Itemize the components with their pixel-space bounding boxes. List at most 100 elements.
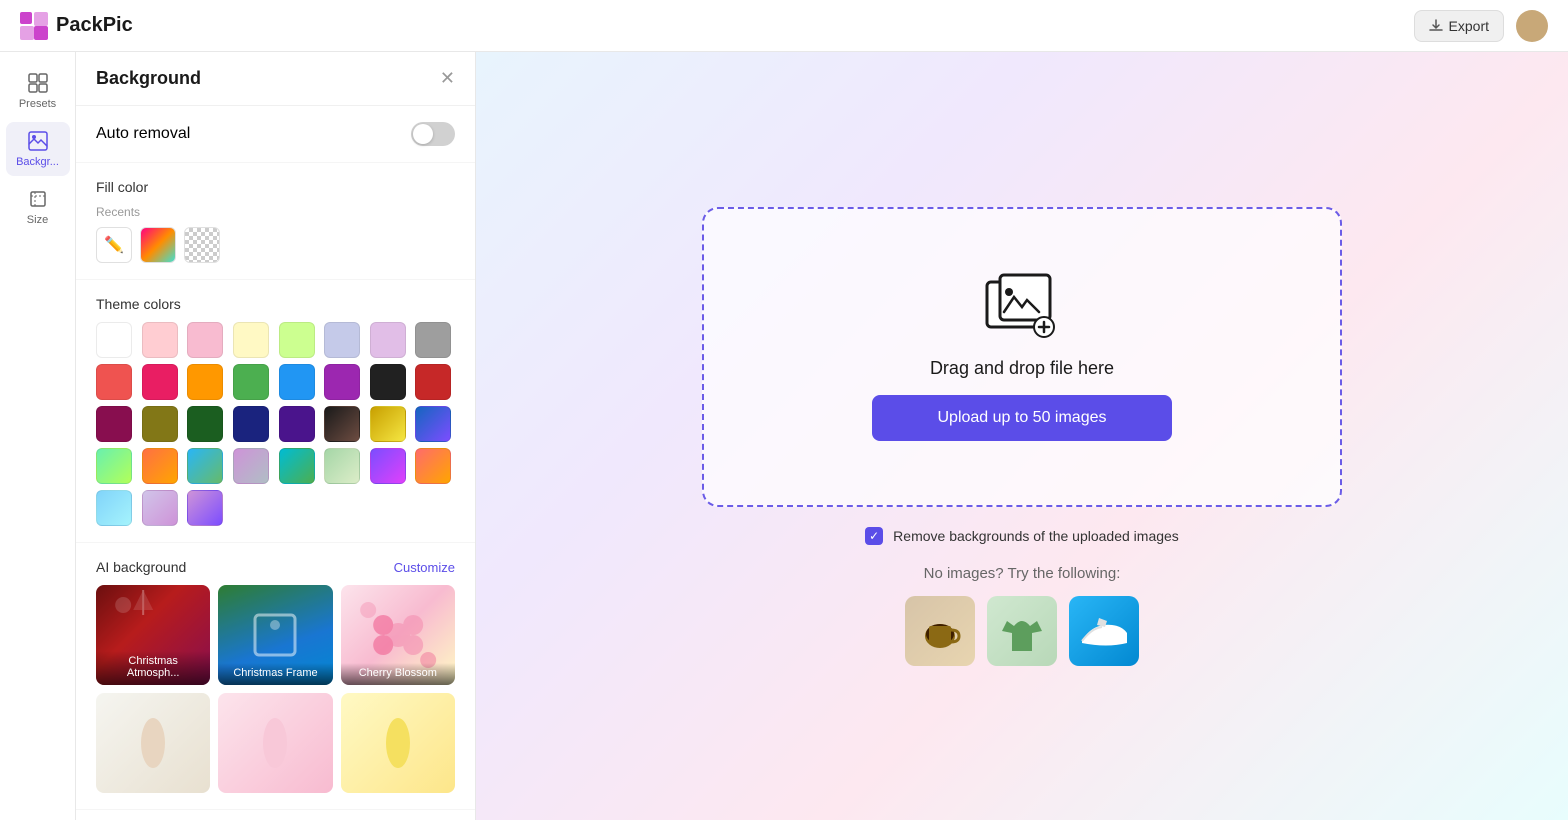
ai-items-grid: Christmas Atmosph... Christmas Frame: [96, 585, 455, 685]
auto-removal-section: Auto removal: [76, 106, 475, 163]
color-dark-pink[interactable]: [96, 406, 132, 442]
remove-bg-row: ✓ Remove backgrounds of the uploaded ima…: [865, 527, 1179, 545]
ai-item-label-cherry-blossom: Cherry Blossom: [341, 663, 455, 685]
size-label: Size: [27, 214, 48, 226]
color-grad2[interactable]: [370, 406, 406, 442]
color-grad9[interactable]: [324, 448, 360, 484]
export-button[interactable]: Export: [1414, 10, 1504, 42]
color-blue[interactable]: [279, 364, 315, 400]
sidebar-item-presets[interactable]: Presets: [6, 64, 70, 118]
canvas-area: Drag and drop file here Upload up to 50 …: [476, 52, 1568, 820]
color-dark-green[interactable]: [187, 406, 223, 442]
theme-colors-section: Theme colors: [76, 280, 475, 543]
download-icon: [1429, 19, 1443, 33]
color-dark-blue[interactable]: [233, 406, 269, 442]
ai-items-grid-row2: [96, 693, 455, 793]
sample-image-coffee[interactable]: [905, 596, 975, 666]
color-grad7[interactable]: [233, 448, 269, 484]
panel-title: Background: [96, 68, 201, 89]
side-panel: Background ✕ Auto removal Fill color Rec…: [76, 52, 476, 820]
pen-swatch[interactable]: ✏️: [96, 227, 132, 263]
ai-bg-header: AI background Customize: [96, 559, 455, 575]
ai-item-cherry-blossom[interactable]: Cherry Blossom: [341, 585, 455, 685]
color-grad5[interactable]: [142, 448, 178, 484]
header-actions: Export: [1414, 10, 1548, 42]
drop-zone[interactable]: Drag and drop file here Upload up to 50 …: [702, 207, 1342, 507]
user-avatar[interactable]: [1516, 10, 1548, 42]
color-grad14[interactable]: [187, 490, 223, 526]
ai-item-christmas-frame[interactable]: Christmas Frame: [218, 585, 332, 685]
auto-removal-toggle[interactable]: [411, 122, 455, 146]
color-grad13[interactable]: [142, 490, 178, 526]
color-orange[interactable]: [187, 364, 223, 400]
customize-link[interactable]: Customize: [394, 560, 455, 575]
ai-item-label-christmas-atmo: Christmas Atmosph...: [96, 651, 210, 685]
transparent-swatch[interactable]: [184, 227, 220, 263]
no-images-text: No images? Try the following:: [924, 565, 1121, 582]
ai-item-2-2[interactable]: [218, 693, 332, 793]
color-white[interactable]: [96, 322, 132, 358]
color-green[interactable]: [233, 364, 269, 400]
theme-colors-label: Theme colors: [96, 296, 455, 312]
panel-header: Background ✕: [76, 52, 475, 106]
grid-icon: [27, 72, 49, 94]
color-grad1[interactable]: [324, 406, 360, 442]
color-grad8[interactable]: [279, 448, 315, 484]
color-light-blue[interactable]: [324, 322, 360, 358]
recents-label: Recents: [96, 205, 455, 219]
drop-text: Drag and drop file here: [930, 358, 1114, 379]
ai-background-label: AI background: [96, 559, 186, 575]
color-dark-purple[interactable]: [279, 406, 315, 442]
ai-background-section: AI background Customize Christmas Atmosp…: [76, 543, 475, 810]
toggle-knob: [413, 124, 433, 144]
color-red[interactable]: [96, 364, 132, 400]
color-purple[interactable]: [324, 364, 360, 400]
sample-image-shirt[interactable]: [987, 596, 1057, 666]
color-dark-red[interactable]: [415, 364, 451, 400]
background-icon: [27, 130, 49, 152]
fill-color-label: Fill color: [96, 179, 455, 195]
auto-removal-label: Auto removal: [96, 125, 190, 143]
color-grad11[interactable]: [415, 448, 451, 484]
remove-bg-checkbox[interactable]: ✓: [865, 527, 883, 545]
color-dark-yellow[interactable]: [142, 406, 178, 442]
color-pink2[interactable]: [142, 364, 178, 400]
export-label: Export: [1449, 18, 1489, 34]
rainbow-swatch[interactable]: [140, 227, 176, 263]
ai-item-christmas-atmo[interactable]: Christmas Atmosph...: [96, 585, 210, 685]
color-black[interactable]: [370, 364, 406, 400]
color-light-pink[interactable]: [142, 322, 178, 358]
color-pink[interactable]: [187, 322, 223, 358]
upload-button[interactable]: Upload up to 50 images: [872, 395, 1172, 441]
upload-images-icon: [982, 272, 1062, 342]
app-logo: PackPic: [20, 12, 133, 40]
color-light-yellow[interactable]: [233, 322, 269, 358]
color-grad6[interactable]: [187, 448, 223, 484]
recents-row: ✏️: [96, 227, 455, 263]
color-gray[interactable]: [415, 322, 451, 358]
color-grad10[interactable]: [370, 448, 406, 484]
app-name: PackPic: [56, 14, 133, 37]
main-layout: Presets Backgr... Size Background ✕: [0, 52, 1568, 820]
sample-image-shoe[interactable]: [1069, 596, 1139, 666]
color-grad4[interactable]: [96, 448, 132, 484]
color-grad12[interactable]: [96, 490, 132, 526]
presets-label: Presets: [19, 98, 56, 110]
background-label: Backgr...: [16, 156, 59, 168]
fill-color-section: Fill color Recents ✏️: [76, 163, 475, 280]
remove-bg-label: Remove backgrounds of the uploaded image…: [893, 528, 1179, 544]
auto-removal-row: Auto removal: [96, 122, 455, 146]
color-light-green[interactable]: [279, 322, 315, 358]
no-images-section: No images? Try the following:: [905, 565, 1139, 666]
sidebar-item-size[interactable]: Size: [6, 180, 70, 234]
size-icon: [27, 188, 49, 210]
ai-item-2-1[interactable]: [96, 693, 210, 793]
icon-bar: Presets Backgr... Size: [0, 52, 76, 820]
close-panel-button[interactable]: ✕: [440, 68, 455, 89]
theme-colors-grid: [96, 322, 455, 526]
ai-item-2-3[interactable]: [341, 693, 455, 793]
color-light-purple[interactable]: [370, 322, 406, 358]
sidebar-item-background[interactable]: Backgr...: [6, 122, 70, 176]
sample-images: [905, 596, 1139, 666]
color-grad3[interactable]: [415, 406, 451, 442]
